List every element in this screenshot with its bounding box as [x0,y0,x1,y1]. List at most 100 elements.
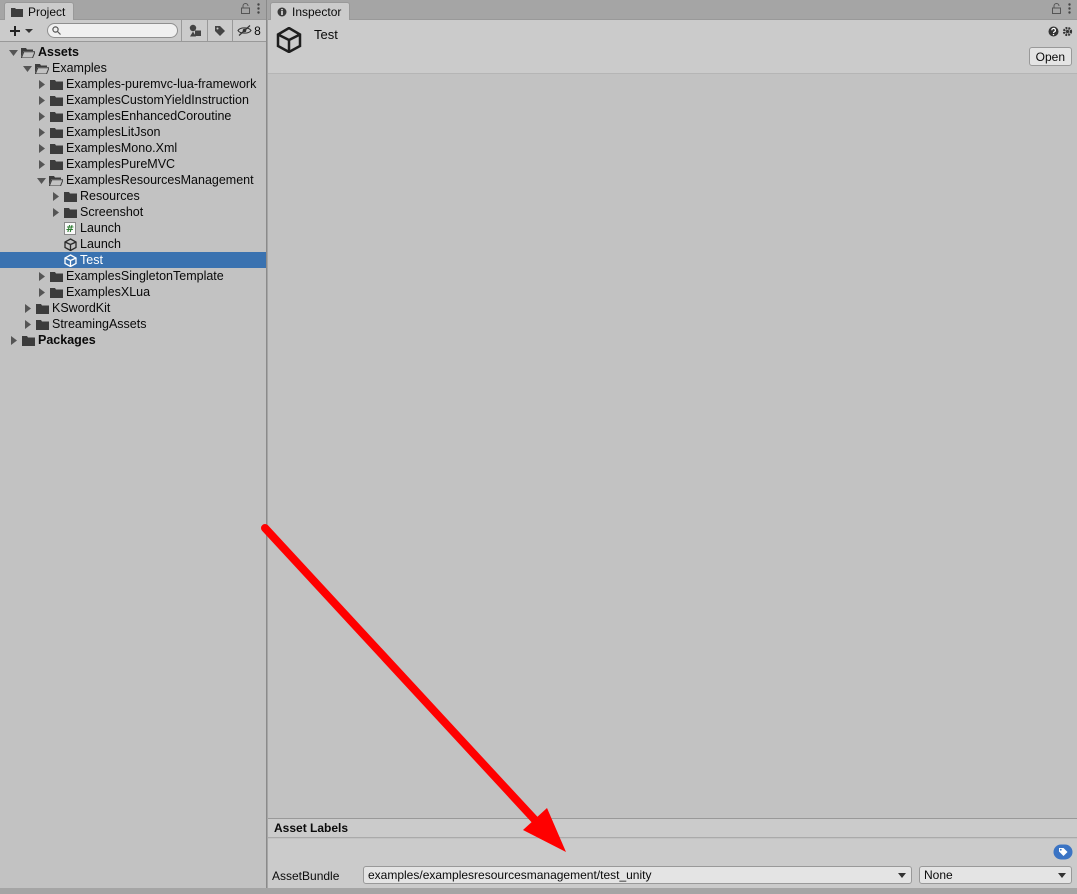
asset-bundle-label: AssetBundle [272,869,340,883]
toolbar-separator [232,20,233,42]
tree-item[interactable]: ExamplesLitJson [0,124,266,140]
eye-slash-icon [237,25,252,36]
caret-right-icon[interactable] [36,79,46,89]
help-icon[interactable] [1048,26,1059,37]
tree-item-label: StreamingAssets [52,317,147,331]
hidden-packages-button[interactable]: 8 [235,21,263,40]
tab-inspector-label: Inspector [292,5,342,19]
inspector-header: Test Open [268,20,1077,74]
caret-right-icon[interactable] [36,159,46,169]
asset-label-tag-icon[interactable] [1053,844,1073,860]
search-by-type-button[interactable] [185,21,205,40]
inspector-tabbar: Inspector [268,0,1077,21]
asset-labels-heading[interactable]: Asset Labels [268,818,1077,838]
tree-item-label: Examples [52,61,107,75]
tree-item[interactable]: Examples-puremvc-lua-framework [0,76,266,92]
caret-right-icon[interactable] [8,335,18,345]
caret-right-icon[interactable] [50,191,60,201]
folder-icon [49,269,63,283]
tree-item[interactable]: ExamplesEnhancedCoroutine [0,108,266,124]
tree-item[interactable]: ExamplesCustomYieldInstruction [0,92,266,108]
caret-right-icon[interactable] [36,127,46,137]
folder-open-icon [21,45,35,59]
tree-item-label: ExamplesSingletonTemplate [66,269,224,283]
project-tab-controls [241,3,260,14]
asset-bundle-dropdown[interactable]: examples/examplesresourcesmanagement/tes… [363,866,912,884]
folder-icon [49,141,63,155]
folder-icon [63,189,77,203]
tree-item[interactable]: ExamplesXLua [0,284,266,300]
inspector-panel: Inspector Test Open Asset Labels AssetBu… [268,0,1077,888]
tree-item-label: Examples-puremvc-lua-framework [66,77,257,91]
chevron-down-icon [1058,873,1066,878]
tree-item[interactable]: Screenshot [0,204,266,220]
tab-inspector[interactable]: Inspector [270,2,351,21]
tree-item[interactable]: Examples [0,60,266,76]
unity-scene-icon [63,237,77,251]
folder-icon [49,109,63,123]
tree-item[interactable]: ExamplesResourcesManagement [0,172,266,188]
unity-scene-icon [276,27,302,53]
tree-item-label: ExamplesMono.Xml [66,141,178,155]
asset-bundle-value: examples/examplesresourcesmanagement/tes… [368,868,652,882]
hidden-count: 8 [254,23,261,38]
caret-right-icon[interactable] [50,207,60,217]
folder-icon [49,93,63,107]
lock-icon[interactable] [241,3,250,14]
tag-icon [215,25,225,36]
caret-down-icon[interactable] [8,47,18,57]
caret-right-icon[interactable] [36,95,46,105]
toolbar-separator [207,20,208,42]
caret-right-icon[interactable] [36,111,46,121]
tree-item-label: Assets [38,45,79,59]
caret-right-icon[interactable] [36,271,46,281]
tree-item-label: ExamplesLitJson [66,125,161,139]
tree-item-label: Packages [38,333,96,347]
tree-item[interactable]: StreamingAssets [0,316,266,332]
tree-item[interactable]: ExamplesMono.Xml [0,140,266,156]
info-icon [277,7,287,17]
create-button[interactable] [6,21,38,40]
tree-item[interactable]: Assets [0,44,266,60]
caret-down-icon[interactable] [22,63,32,73]
caret-right-icon[interactable] [36,287,46,297]
caret-right-icon[interactable] [22,303,32,313]
lock-icon[interactable] [1052,3,1061,14]
project-tabbar: Project [0,0,266,21]
unity-scene-icon [63,253,77,267]
caret-down-icon[interactable] [36,175,46,185]
tree-item[interactable]: KSwordKit [0,300,266,316]
caret-right-icon[interactable] [22,319,32,329]
project-toolbar: 8 [0,20,266,42]
folder-icon [35,317,49,331]
tree-item[interactable]: Resources [0,188,266,204]
tree-item-label: ExamplesXLua [66,285,151,299]
tree-item[interactable]: ExamplesPureMVC [0,156,266,172]
svg-text:#: # [66,224,74,235]
project-panel: Project 8 Assets Examples Examples-puremvc… [0,0,267,888]
tree-item[interactable]: Test [0,252,266,268]
tree-item-label: Launch [80,237,122,251]
tree-item[interactable]: Launch [0,236,266,252]
settings-gear-icon[interactable] [1062,26,1073,37]
tab-project[interactable]: Project [4,2,75,21]
inspector-header-controls [1048,26,1073,37]
tree-item-label: KSwordKit [52,301,111,315]
search-icon [52,26,61,35]
tree-item[interactable]: # Launch [0,220,266,236]
search-by-label-button[interactable] [210,21,230,40]
search-input[interactable] [61,24,171,37]
more-menu-icon[interactable] [1068,3,1071,14]
tree-item[interactable]: ExamplesSingletonTemplate [0,268,266,284]
tab-project-label: Project [28,5,66,19]
tree-item[interactable]: Packages [0,332,266,348]
folder-icon [11,8,23,17]
caret-right-icon[interactable] [36,143,46,153]
chevron-down-icon [898,873,906,878]
open-button[interactable]: Open [1028,47,1072,66]
asset-bundle-variant-dropdown[interactable]: None [919,866,1072,884]
more-menu-icon[interactable] [257,3,260,14]
tree-item-label: Launch [80,221,122,235]
filter-by-type-icon [189,24,201,37]
search-field[interactable] [47,23,178,38]
